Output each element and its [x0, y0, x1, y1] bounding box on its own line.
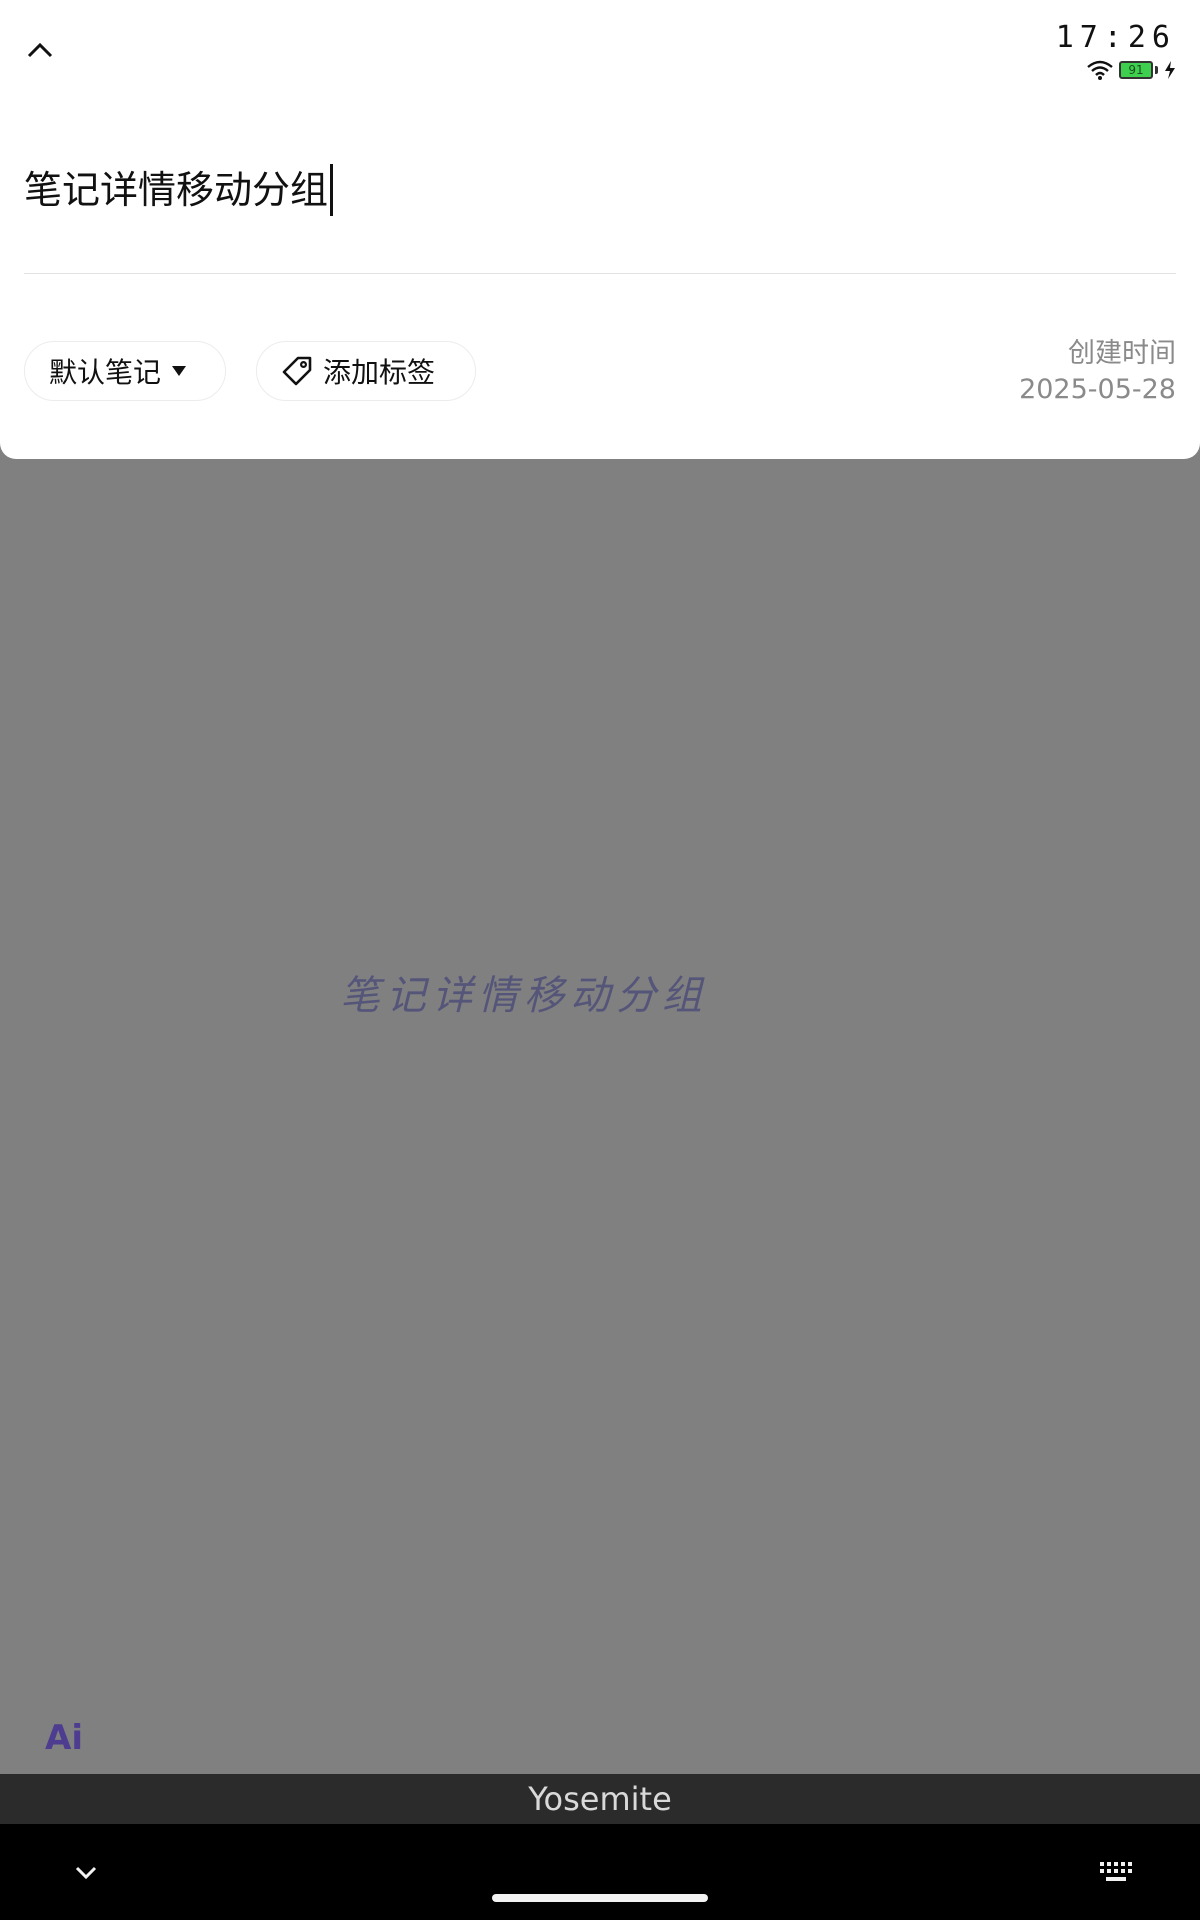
keyboard-icon[interactable]: [1098, 1860, 1134, 1884]
wifi-icon: [1087, 60, 1113, 80]
battery-level: 91: [1128, 63, 1144, 77]
battery-icon: 91: [1119, 61, 1153, 79]
ai-badge-label: Ai: [45, 1718, 83, 1758]
add-tag-label: 添加标签: [323, 356, 436, 389]
status-time: 17:26: [1055, 20, 1176, 55]
charging-icon: [1165, 61, 1175, 79]
collapse-button[interactable]: [18, 28, 62, 72]
created-label: 创建时间: [1068, 338, 1176, 369]
text-cursor: [330, 164, 334, 216]
notebook-selector[interactable]: 默认笔记: [24, 341, 226, 401]
divider: [24, 273, 1176, 274]
chevron-up-icon: [27, 42, 53, 58]
home-indicator[interactable]: [492, 1894, 708, 1902]
hide-keyboard-button[interactable]: [66, 1858, 106, 1888]
suggestion-word[interactable]: Yosemite: [528, 1780, 672, 1818]
note-detail-sheet: 17:26 91 笔记详情移动分组 默认笔记 添加标签 创建时间 2025-05…: [0, 0, 1200, 459]
status-icons: 91: [1056, 60, 1176, 80]
add-tag-button[interactable]: 添加标签: [256, 341, 476, 401]
screen: 17:26 91 笔记详情移动分组 默认笔记 添加标签 创建时间 2025-05…: [0, 0, 1200, 1920]
status-bar: 17:26 91: [1056, 18, 1176, 80]
ai-button[interactable]: Ai: [22, 1710, 106, 1766]
navigation-bar: [0, 1824, 1200, 1920]
note-title-input[interactable]: 笔记详情移动分组: [24, 160, 334, 220]
caret-down-icon: [172, 366, 187, 376]
canvas-text: 笔记详情移动分组: [340, 973, 708, 1019]
tag-icon: [282, 356, 312, 386]
created-info: 创建时间 2025-05-28: [1019, 336, 1176, 408]
keyboard-suggestion-bar: Yosemite: [0, 1774, 1200, 1824]
note-title-text: 笔记详情移动分组: [24, 168, 329, 212]
chevron-down-icon: [75, 1866, 97, 1880]
created-date: 2025-05-28: [1019, 374, 1176, 405]
notebook-label: 默认笔记: [49, 356, 162, 389]
battery-tip: [1155, 66, 1158, 74]
